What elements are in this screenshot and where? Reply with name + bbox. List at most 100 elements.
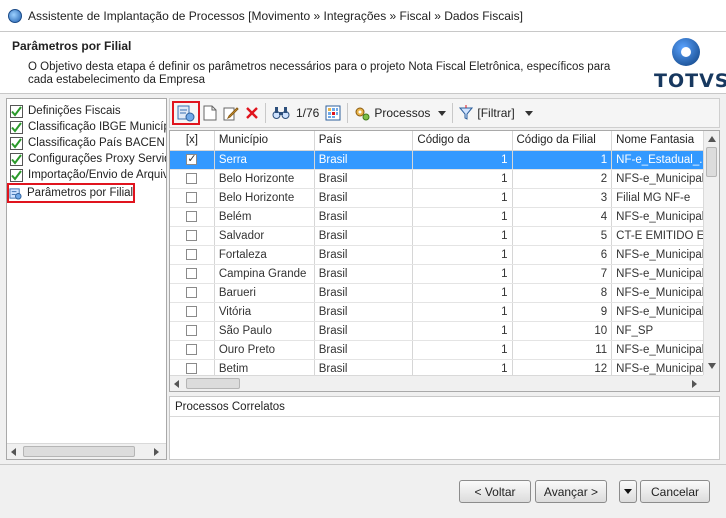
grid-view-button[interactable] (322, 101, 344, 125)
dropdown-arrow-icon (624, 489, 632, 494)
row-select-cell[interactable] (170, 188, 215, 208)
column-header-municipio[interactable]: Município (214, 131, 315, 151)
cancel-button[interactable]: Cancelar (640, 480, 710, 503)
step-description: O Objetivo desta etapa é definir os parâ… (28, 61, 611, 86)
step-item-classificacao-ibge[interactable]: Classificação IBGE Municípios (10, 119, 166, 135)
row-checkbox[interactable] (186, 286, 198, 298)
cell-pais: Brasil (314, 188, 414, 208)
row-checkbox[interactable] (186, 152, 198, 165)
cell-municipio: Vitória (214, 302, 315, 322)
cell-codigo: 1 (412, 245, 513, 265)
find-button[interactable] (269, 101, 293, 125)
scroll-thumb[interactable] (23, 446, 135, 457)
row-checkbox[interactable] (186, 248, 198, 260)
column-header-codigo[interactable]: Código da (412, 131, 513, 151)
scroll-down-icon[interactable] (708, 363, 716, 369)
related-processes-title: Processos Correlatos (170, 397, 719, 417)
scroll-thumb[interactable] (186, 378, 240, 389)
checked-icon (10, 152, 23, 166)
scroll-thumb[interactable] (706, 147, 717, 177)
cell-pais: Brasil (314, 302, 414, 322)
step-label: Classificação País BACEN (28, 137, 165, 149)
column-header-pais[interactable]: País (314, 131, 414, 151)
edit-parameters-button[interactable] (172, 101, 200, 125)
row-checkbox[interactable] (186, 324, 198, 336)
step-item-classificacao-bacen[interactable]: Classificação País BACEN (10, 135, 166, 151)
cell-pais: Brasil (314, 226, 414, 246)
table-row[interactable]: São Paulo Brasil 1 10 NF_SP (170, 321, 719, 341)
scroll-left-icon[interactable] (174, 380, 180, 388)
table-row[interactable]: Belo Horizonte Brasil 1 2 NFS-e_Municipal... (170, 169, 719, 189)
column-header-select[interactable]: [x] (170, 131, 215, 151)
scroll-right-icon[interactable] (154, 448, 160, 456)
cell-pais: Brasil (314, 340, 414, 360)
scroll-left-icon[interactable] (11, 448, 17, 456)
column-header-codigo-filial[interactable]: Código da Filial (512, 131, 613, 151)
row-checkbox[interactable] (186, 210, 198, 222)
row-select-cell[interactable] (170, 207, 215, 227)
cell-municipio: Campina Grande (214, 264, 315, 284)
scroll-right-icon[interactable] (692, 380, 698, 388)
row-select-cell[interactable] (170, 226, 215, 246)
cell-pais: Brasil (314, 207, 414, 227)
next-button[interactable]: Avançar > (535, 480, 607, 503)
filtrar-menu-button[interactable]: [Filtrar] (456, 101, 535, 125)
step-label: Definições Fiscais (28, 105, 121, 117)
cell-municipio: Belo Horizonte (214, 188, 315, 208)
step-item-definicoes-fiscais[interactable]: Definições Fiscais (10, 103, 166, 119)
checked-icon (10, 104, 23, 118)
row-checkbox[interactable] (186, 343, 198, 355)
cell-codigo-filial: 6 (512, 245, 613, 265)
row-checkbox[interactable] (186, 229, 198, 241)
options-menu-button[interactable] (619, 480, 637, 503)
row-select-cell[interactable] (170, 245, 215, 265)
scroll-up-icon[interactable] (708, 136, 716, 142)
table-row[interactable]: Belém Brasil 1 4 NFS-e_Municipal... (170, 207, 719, 227)
table-row[interactable]: Campina Grande Brasil 1 7 NFS-e_Municipal... (170, 264, 719, 284)
new-record-button[interactable] (200, 101, 220, 125)
delete-record-button[interactable] (242, 101, 262, 125)
row-select-cell[interactable] (170, 150, 215, 170)
row-select-cell[interactable] (170, 321, 215, 341)
back-button[interactable]: < Voltar (459, 480, 531, 503)
grid-panel: 1/76 Processos [Filtrar] [x] Município P… (169, 98, 720, 460)
cell-pais: Brasil (314, 283, 414, 303)
wizard-footer: < Voltar Avançar > Cancelar (0, 464, 726, 518)
cell-municipio: Belém (214, 207, 315, 227)
row-checkbox[interactable] (186, 305, 198, 317)
row-checkbox[interactable] (186, 267, 198, 279)
steps-hscrollbar[interactable] (7, 443, 166, 459)
scroll-corner (703, 375, 719, 391)
grid-hscrollbar[interactable] (170, 375, 703, 391)
row-select-cell[interactable] (170, 264, 215, 284)
row-checkbox[interactable] (186, 362, 198, 374)
table-row[interactable]: Ouro Preto Brasil 1 11 NFS-e_Municipal... (170, 340, 719, 360)
row-select-cell[interactable] (170, 283, 215, 303)
step-item-parametros-filial[interactable]: Parâmetros por Filial (7, 183, 135, 203)
grid-vscrollbar[interactable] (703, 131, 719, 375)
row-select-cell[interactable] (170, 302, 215, 322)
cell-municipio: Barueri (214, 283, 315, 303)
step-item-proxy[interactable]: Configurações Proxy Servidor (10, 151, 166, 167)
wizard-header: Parâmetros por Filial O Objetivo desta e… (0, 32, 726, 94)
row-select-cell[interactable] (170, 169, 215, 189)
filter-icon (459, 105, 474, 120)
row-checkbox[interactable] (186, 172, 198, 184)
step-item-importacao[interactable]: Importação/Envio de Arquivos (10, 167, 166, 183)
toolbar-separator (452, 103, 454, 123)
processos-menu-button[interactable]: Processos (351, 101, 449, 125)
table-row[interactable]: Salvador Brasil 1 5 CT-E EMITIDO E... (170, 226, 719, 246)
table-row[interactable]: Fortaleza Brasil 1 6 NFS-e_Municipal... (170, 245, 719, 265)
cell-codigo: 1 (412, 264, 513, 284)
table-row[interactable]: SerraBrasil11NF-e_Estadual_... (170, 150, 719, 170)
table-row[interactable]: Belo Horizonte Brasil 1 3 Filial MG NF-e (170, 188, 719, 208)
row-select-cell[interactable] (170, 340, 215, 360)
row-checkbox[interactable] (186, 191, 198, 203)
cell-codigo: 1 (412, 321, 513, 341)
table-row[interactable]: Barueri Brasil 1 8 NFS-e_Municipal... (170, 283, 719, 303)
record-counter: 1/76 (296, 106, 320, 120)
parameters-icon (9, 187, 22, 200)
table-row[interactable]: Vitória Brasil 1 9 NFS-e_Municipal... (170, 302, 719, 322)
cell-municipio: Ouro Preto (214, 340, 315, 360)
edit-record-button[interactable] (220, 101, 242, 125)
